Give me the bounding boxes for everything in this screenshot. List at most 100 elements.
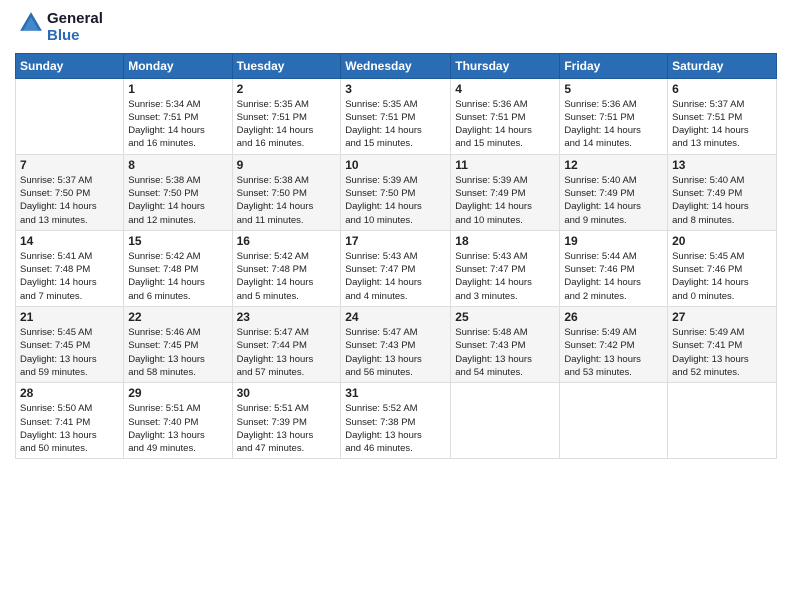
header: General Blue xyxy=(15,10,777,45)
day-info: Sunrise: 5:47 AMSunset: 7:43 PMDaylight:… xyxy=(345,326,446,379)
day-info: Sunrise: 5:48 AMSunset: 7:43 PMDaylight:… xyxy=(455,326,555,379)
weekday-header-saturday: Saturday xyxy=(668,53,777,78)
day-info: Sunrise: 5:38 AMSunset: 7:50 PMDaylight:… xyxy=(237,174,337,227)
week-row-1: 1Sunrise: 5:34 AMSunset: 7:51 PMDaylight… xyxy=(16,78,777,154)
calendar-cell xyxy=(16,78,124,154)
calendar-cell: 17Sunrise: 5:43 AMSunset: 7:47 PMDayligh… xyxy=(341,230,451,306)
day-number: 23 xyxy=(237,310,337,324)
calendar-cell: 12 Sunrise: 5:40 AMSunset: 7:49 PMDayligh… xyxy=(560,154,668,230)
day-number: 5 xyxy=(564,82,663,96)
calendar-cell: 11 Sunrise: 5:39 AMSunset: 7:49 PMDayligh… xyxy=(451,154,560,230)
calendar-cell: 13Sunrise: 5:40 AMSunset: 7:49 PMDayligh… xyxy=(668,154,777,230)
day-info: Sunrise: 5:40 AMSunset: 7:49 PMDaylight:… xyxy=(672,174,772,227)
day-number: 11 xyxy=(455,158,555,172)
day-number: 17 xyxy=(345,234,446,248)
calendar-cell: 5 Sunrise: 5:36 AMSunset: 7:51 PMDaylight… xyxy=(560,78,668,154)
logo-icon xyxy=(17,9,45,37)
calendar-cell xyxy=(668,383,777,459)
calendar-cell: 25 Sunrise: 5:48 AMSunset: 7:43 PMDayligh… xyxy=(451,307,560,383)
weekday-header-row: SundayMondayTuesdayWednesdayThursdayFrid… xyxy=(16,53,777,78)
calendar-cell: 21 Sunrise: 5:45 AMSunset: 7:45 PMDayligh… xyxy=(16,307,124,383)
page: General Blue SundayMondayTuesdayWednesda… xyxy=(0,0,792,612)
calendar: SundayMondayTuesdayWednesdayThursdayFrid… xyxy=(15,53,777,460)
calendar-cell: 7Sunrise: 5:37 AMSunset: 7:50 PMDaylight… xyxy=(16,154,124,230)
day-info: Sunrise: 5:35 AMSunset: 7:51 PMDaylight:… xyxy=(345,98,446,151)
calendar-cell: 3 Sunrise: 5:35 AMSunset: 7:51 PMDaylight… xyxy=(341,78,451,154)
day-number: 28 xyxy=(20,386,119,400)
weekday-header-sunday: Sunday xyxy=(16,53,124,78)
day-number: 2 xyxy=(237,82,337,96)
weekday-header-monday: Monday xyxy=(124,53,232,78)
day-number: 14 xyxy=(20,234,119,248)
day-number: 21 xyxy=(20,310,119,324)
calendar-cell: 30 Sunrise: 5:51 AMSunset: 7:39 PMDayligh… xyxy=(232,383,341,459)
day-number: 31 xyxy=(345,386,446,400)
calendar-cell: 10Sunrise: 5:39 AMSunset: 7:50 PMDayligh… xyxy=(341,154,451,230)
calendar-cell: 22 Sunrise: 5:46 AMSunset: 7:45 PMDayligh… xyxy=(124,307,232,383)
calendar-cell: 16 Sunrise: 5:42 AMSunset: 7:48 PMDayligh… xyxy=(232,230,341,306)
day-info: Sunrise: 5:42 AMSunset: 7:48 PMDaylight:… xyxy=(237,250,337,303)
day-info: Sunrise: 5:39 AMSunset: 7:50 PMDaylight:… xyxy=(345,174,446,227)
logo-line2: Blue xyxy=(47,27,103,44)
day-number: 27 xyxy=(672,310,772,324)
day-info: Sunrise: 5:36 AMSunset: 7:51 PMDaylight:… xyxy=(455,98,555,151)
calendar-cell: 26Sunrise: 5:49 AMSunset: 7:42 PMDayligh… xyxy=(560,307,668,383)
day-number: 24 xyxy=(345,310,446,324)
day-info: Sunrise: 5:45 AMSunset: 7:46 PMDaylight:… xyxy=(672,250,772,303)
weekday-header-tuesday: Tuesday xyxy=(232,53,341,78)
week-row-5: 28 Sunrise: 5:50 AMSunset: 7:41 PMDayligh… xyxy=(16,383,777,459)
calendar-cell: 18 Sunrise: 5:43 AMSunset: 7:47 PMDayligh… xyxy=(451,230,560,306)
day-info: Sunrise: 5:35 AMSunset: 7:51 PMDaylight:… xyxy=(237,98,337,151)
calendar-cell: 23 Sunrise: 5:47 AMSunset: 7:44 PMDayligh… xyxy=(232,307,341,383)
day-info: Sunrise: 5:37 AMSunset: 7:50 PMDaylight:… xyxy=(20,174,119,227)
calendar-cell: 19Sunrise: 5:44 AMSunset: 7:46 PMDayligh… xyxy=(560,230,668,306)
day-number: 18 xyxy=(455,234,555,248)
logo-line1: General xyxy=(47,10,103,27)
day-number: 20 xyxy=(672,234,772,248)
day-number: 3 xyxy=(345,82,446,96)
calendar-cell: 27Sunrise: 5:49 AMSunset: 7:41 PMDayligh… xyxy=(668,307,777,383)
day-info: Sunrise: 5:51 AMSunset: 7:39 PMDaylight:… xyxy=(237,402,337,455)
calendar-cell: 29Sunrise: 5:51 AMSunset: 7:40 PMDayligh… xyxy=(124,383,232,459)
calendar-cell: 15 Sunrise: 5:42 AMSunset: 7:48 PMDayligh… xyxy=(124,230,232,306)
weekday-header-thursday: Thursday xyxy=(451,53,560,78)
day-info: Sunrise: 5:52 AMSunset: 7:38 PMDaylight:… xyxy=(345,402,446,455)
calendar-cell: 8 Sunrise: 5:38 AMSunset: 7:50 PMDaylight… xyxy=(124,154,232,230)
day-info: Sunrise: 5:45 AMSunset: 7:45 PMDaylight:… xyxy=(20,326,119,379)
day-info: Sunrise: 5:47 AMSunset: 7:44 PMDaylight:… xyxy=(237,326,337,379)
day-info: Sunrise: 5:39 AMSunset: 7:49 PMDaylight:… xyxy=(455,174,555,227)
day-number: 15 xyxy=(128,234,227,248)
day-info: Sunrise: 5:42 AMSunset: 7:48 PMDaylight:… xyxy=(128,250,227,303)
day-info: Sunrise: 5:51 AMSunset: 7:40 PMDaylight:… xyxy=(128,402,227,455)
day-number: 12 xyxy=(564,158,663,172)
calendar-cell: 20 Sunrise: 5:45 AMSunset: 7:46 PMDayligh… xyxy=(668,230,777,306)
day-number: 8 xyxy=(128,158,227,172)
calendar-cell: 1Sunrise: 5:34 AMSunset: 7:51 PMDaylight… xyxy=(124,78,232,154)
week-row-2: 7Sunrise: 5:37 AMSunset: 7:50 PMDaylight… xyxy=(16,154,777,230)
day-info: Sunrise: 5:43 AMSunset: 7:47 PMDaylight:… xyxy=(455,250,555,303)
calendar-cell: 28 Sunrise: 5:50 AMSunset: 7:41 PMDayligh… xyxy=(16,383,124,459)
day-info: Sunrise: 5:38 AMSunset: 7:50 PMDaylight:… xyxy=(128,174,227,227)
day-number: 1 xyxy=(128,82,227,96)
weekday-header-friday: Friday xyxy=(560,53,668,78)
calendar-cell: 14 Sunrise: 5:41 AMSunset: 7:48 PMDayligh… xyxy=(16,230,124,306)
day-number: 30 xyxy=(237,386,337,400)
day-number: 16 xyxy=(237,234,337,248)
day-number: 25 xyxy=(455,310,555,324)
logo: General Blue xyxy=(15,10,103,45)
calendar-cell: 9Sunrise: 5:38 AMSunset: 7:50 PMDaylight… xyxy=(232,154,341,230)
weekday-header-wednesday: Wednesday xyxy=(341,53,451,78)
day-number: 19 xyxy=(564,234,663,248)
day-number: 26 xyxy=(564,310,663,324)
day-info: Sunrise: 5:41 AMSunset: 7:48 PMDaylight:… xyxy=(20,250,119,303)
day-number: 22 xyxy=(128,310,227,324)
day-info: Sunrise: 5:36 AMSunset: 7:51 PMDaylight:… xyxy=(564,98,663,151)
week-row-3: 14 Sunrise: 5:41 AMSunset: 7:48 PMDayligh… xyxy=(16,230,777,306)
calendar-cell: 24 Sunrise: 5:47 AMSunset: 7:43 PMDayligh… xyxy=(341,307,451,383)
calendar-cell: 2 Sunrise: 5:35 AMSunset: 7:51 PMDaylight… xyxy=(232,78,341,154)
day-info: Sunrise: 5:37 AMSunset: 7:51 PMDaylight:… xyxy=(672,98,772,151)
day-info: Sunrise: 5:46 AMSunset: 7:45 PMDaylight:… xyxy=(128,326,227,379)
day-info: Sunrise: 5:40 AMSunset: 7:49 PMDaylight:… xyxy=(564,174,663,227)
day-info: Sunrise: 5:50 AMSunset: 7:41 PMDaylight:… xyxy=(20,402,119,455)
day-number: 4 xyxy=(455,82,555,96)
